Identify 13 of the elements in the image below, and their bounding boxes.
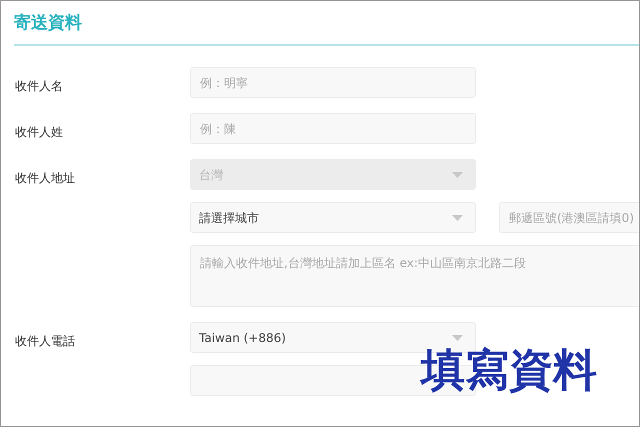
dropdown-caret-icon bbox=[452, 334, 463, 340]
postal-code-field[interactable]: 郵遞區號(港澳區請填0) bbox=[499, 202, 639, 233]
field-label: 收件人姓 bbox=[15, 125, 63, 139]
input-field[interactable]: 例：明寧 bbox=[190, 67, 476, 98]
dropdown-caret-icon bbox=[452, 172, 463, 178]
field-label: 收件人地址 bbox=[15, 171, 75, 185]
field-label: 收件人電話 bbox=[15, 334, 75, 348]
address-field[interactable]: 請輸入收件地址,台灣地址請加上區名 ex:中山區南京北路二段 bbox=[190, 245, 639, 307]
select-field[interactable]: 請選擇城市 bbox=[190, 202, 476, 233]
input-field[interactable]: 例：陳 bbox=[190, 113, 476, 144]
field-label: 收件人名 bbox=[15, 79, 63, 93]
dropdown-caret-icon bbox=[452, 214, 463, 220]
section-title: 寄送資料 bbox=[14, 12, 83, 35]
